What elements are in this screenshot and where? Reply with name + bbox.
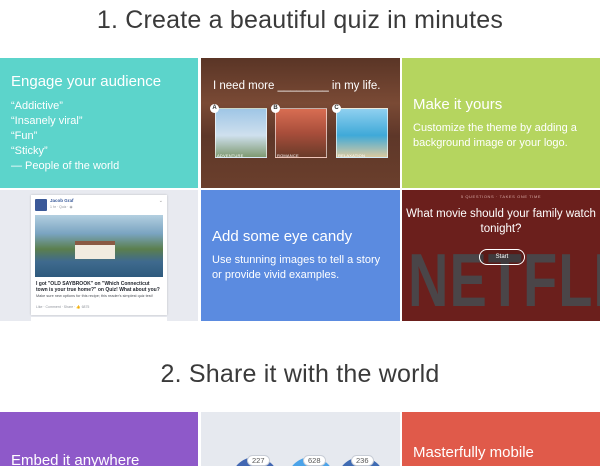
post-time: 1 hr · Quiz · ◉ (50, 205, 73, 209)
engage-heading: Engage your audience (11, 73, 162, 90)
next-post-strip (31, 317, 167, 321)
quote-item: “Sticky” (11, 145, 48, 157)
option-badge: B (271, 104, 280, 113)
option-label: ROMANCE (277, 153, 299, 158)
option-badge: C (332, 104, 341, 113)
post-headline: I got "OLD SAYBROOK" on "Which Connectic… (36, 281, 160, 293)
quiz-example-tile: I need more ________ in my life. A B C A… (201, 58, 400, 188)
netflix-quiz-tile: NETFLIX 5 QUESTIONS · TAKES ONE TIME Wha… (402, 190, 600, 321)
eye-candy-description: Use stunning images to tell a story or p… (212, 254, 381, 281)
start-button[interactable]: Start (479, 249, 525, 265)
make-it-yours-heading: Make it yours (413, 96, 503, 113)
embed-heading: Embed it anywhere (11, 452, 140, 466)
eye-candy-heading: Add some eye candy (212, 228, 353, 245)
quote-item: “Addictive” (11, 100, 63, 112)
quiz-option-adventure-image[interactable] (215, 108, 267, 158)
section-title-share: 2. Share it with the world (160, 360, 440, 388)
make-it-yours-description: Customize the theme by adding a backgrou… (413, 122, 577, 149)
post-image (35, 215, 163, 277)
section-title-create: 1. Create a beautiful quiz in minutes (96, 6, 504, 34)
quote-item: “Insanely viral” (11, 115, 83, 127)
embed-tile: Embed it anywhere (0, 412, 198, 466)
option-label: ADVENTURE (217, 153, 244, 158)
share-count: 236 (351, 455, 374, 466)
quiz-option-romance-image[interactable] (275, 108, 327, 158)
share-count: 628 (303, 455, 326, 466)
share-count: 227 (247, 455, 270, 466)
quote-attribution: — People of the world (11, 160, 120, 172)
facebook-preview-tile: Jacob Graf 1 hr · Quiz · ◉ ⌄ I got "OLD … (0, 190, 198, 321)
facebook-post-card: Jacob Graf 1 hr · Quiz · ◉ ⌄ I got "OLD … (31, 195, 167, 315)
avatar (35, 199, 47, 211)
post-author: Jacob Graf (50, 198, 74, 203)
make-it-yours-tile: Make it yours Customize the theme by add… (402, 58, 600, 188)
quote-item: “Fun” (11, 130, 38, 142)
option-badge: A (210, 104, 219, 113)
quiz-option-relaxation-image[interactable] (336, 108, 388, 158)
post-actions: Like · Comment · Share · 👍 6875 (36, 305, 90, 309)
testimonial-quotes: “Addictive” “Insanely viral” “Fun” “Stic… (11, 99, 119, 174)
post-subline: Make sure new options for this recipe; t… (36, 294, 153, 298)
share-counts-tile: 227 628 236 (201, 412, 400, 466)
chevron-down-icon: ⌄ (158, 198, 163, 204)
netflix-quiz-question: What movie should your family watch toni… (406, 208, 596, 235)
mobile-tile: Masterfully mobile (402, 412, 600, 466)
quiz-question: I need more ________ in my life. (213, 80, 381, 92)
eye-candy-tile: Add some eye candy Use stunning images t… (201, 190, 400, 321)
option-label: RELAXATION (338, 153, 366, 158)
mobile-heading: Masterfully mobile (413, 444, 534, 461)
quiz-meta: 5 QUESTIONS · TAKES ONE TIME (460, 194, 542, 199)
engage-audience-tile: Engage your audience “Addictive” “Insane… (0, 58, 198, 188)
house-image-detail (75, 241, 115, 259)
